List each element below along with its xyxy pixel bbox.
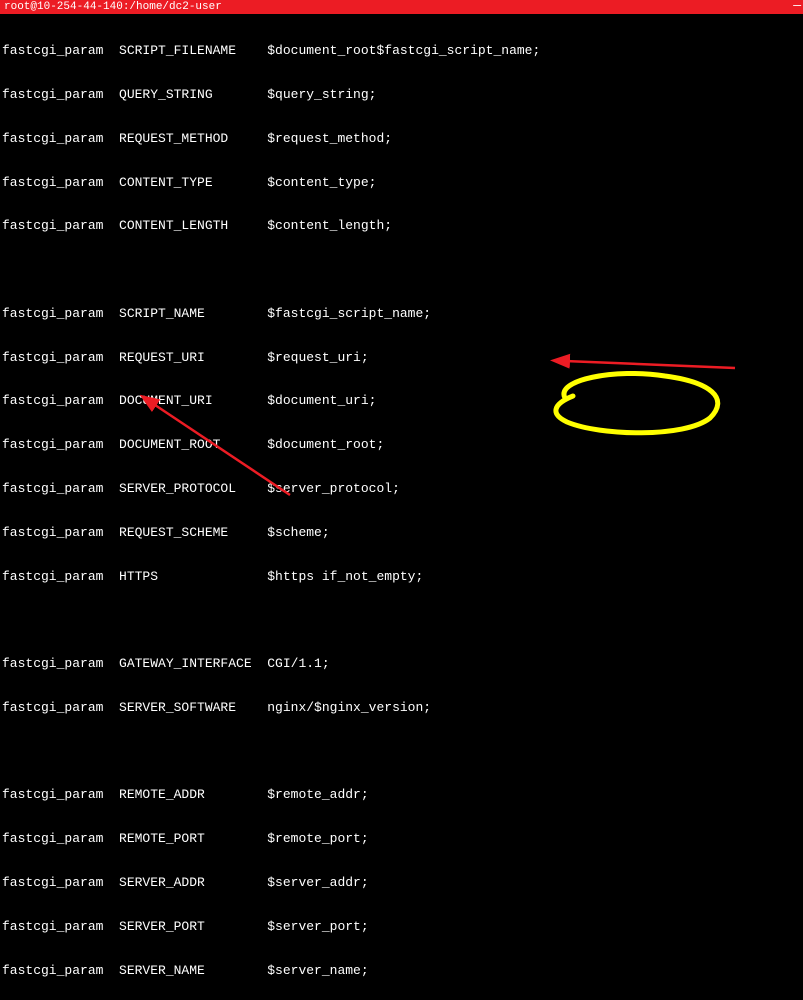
config-line: fastcgi_param SCRIPT_NAME $fastcgi_scrip… xyxy=(2,307,801,322)
config-line: fastcgi_param REMOTE_ADDR $remote_addr; xyxy=(2,788,801,803)
config-line: fastcgi_param DOCUMENT_URI $document_uri… xyxy=(2,394,801,409)
config-line: fastcgi_param REQUEST_METHOD $request_me… xyxy=(2,132,801,147)
config-line: fastcgi_param REQUEST_URI $request_uri; xyxy=(2,351,801,366)
minimize-icon[interactable]: — xyxy=(793,0,801,13)
config-line: fastcgi_param HTTPS $https if_not_empty; xyxy=(2,570,801,585)
window-title-text: root@10-254-44-140:/home/dc2-user xyxy=(4,1,799,13)
config-line: fastcgi_param DOCUMENT_ROOT $document_ro… xyxy=(2,438,801,453)
config-line: fastcgi_param GATEWAY_INTERFACE CGI/1.1; xyxy=(2,657,801,672)
config-line: fastcgi_param SERVER_SOFTWARE nginx/$ngi… xyxy=(2,701,801,716)
config-line: fastcgi_param SERVER_PORT $server_port; xyxy=(2,920,801,935)
config-line: fastcgi_param SCRIPT_FILENAME $document_… xyxy=(2,44,801,59)
config-line: fastcgi_param SERVER_NAME $server_name; xyxy=(2,964,801,979)
config-line: fastcgi_param CONTENT_LENGTH $content_le… xyxy=(2,219,801,234)
config-line: fastcgi_param QUERY_STRING $query_string… xyxy=(2,88,801,103)
config-line: fastcgi_param REQUEST_SCHEME $scheme; xyxy=(2,526,801,541)
editor-viewport[interactable]: fastcgi_param SCRIPT_FILENAME $document_… xyxy=(0,14,803,1000)
window-title-bar: root@10-254-44-140:/home/dc2-user — xyxy=(0,0,803,14)
blank-line xyxy=(2,263,801,278)
config-line: fastcgi_param REMOTE_PORT $remote_port; xyxy=(2,832,801,847)
blank-line xyxy=(2,613,801,628)
config-line: fastcgi_param SERVER_PROTOCOL $server_pr… xyxy=(2,482,801,497)
blank-line xyxy=(2,745,801,760)
config-line: fastcgi_param CONTENT_TYPE $content_type… xyxy=(2,176,801,191)
config-line: fastcgi_param SERVER_ADDR $server_addr; xyxy=(2,876,801,891)
